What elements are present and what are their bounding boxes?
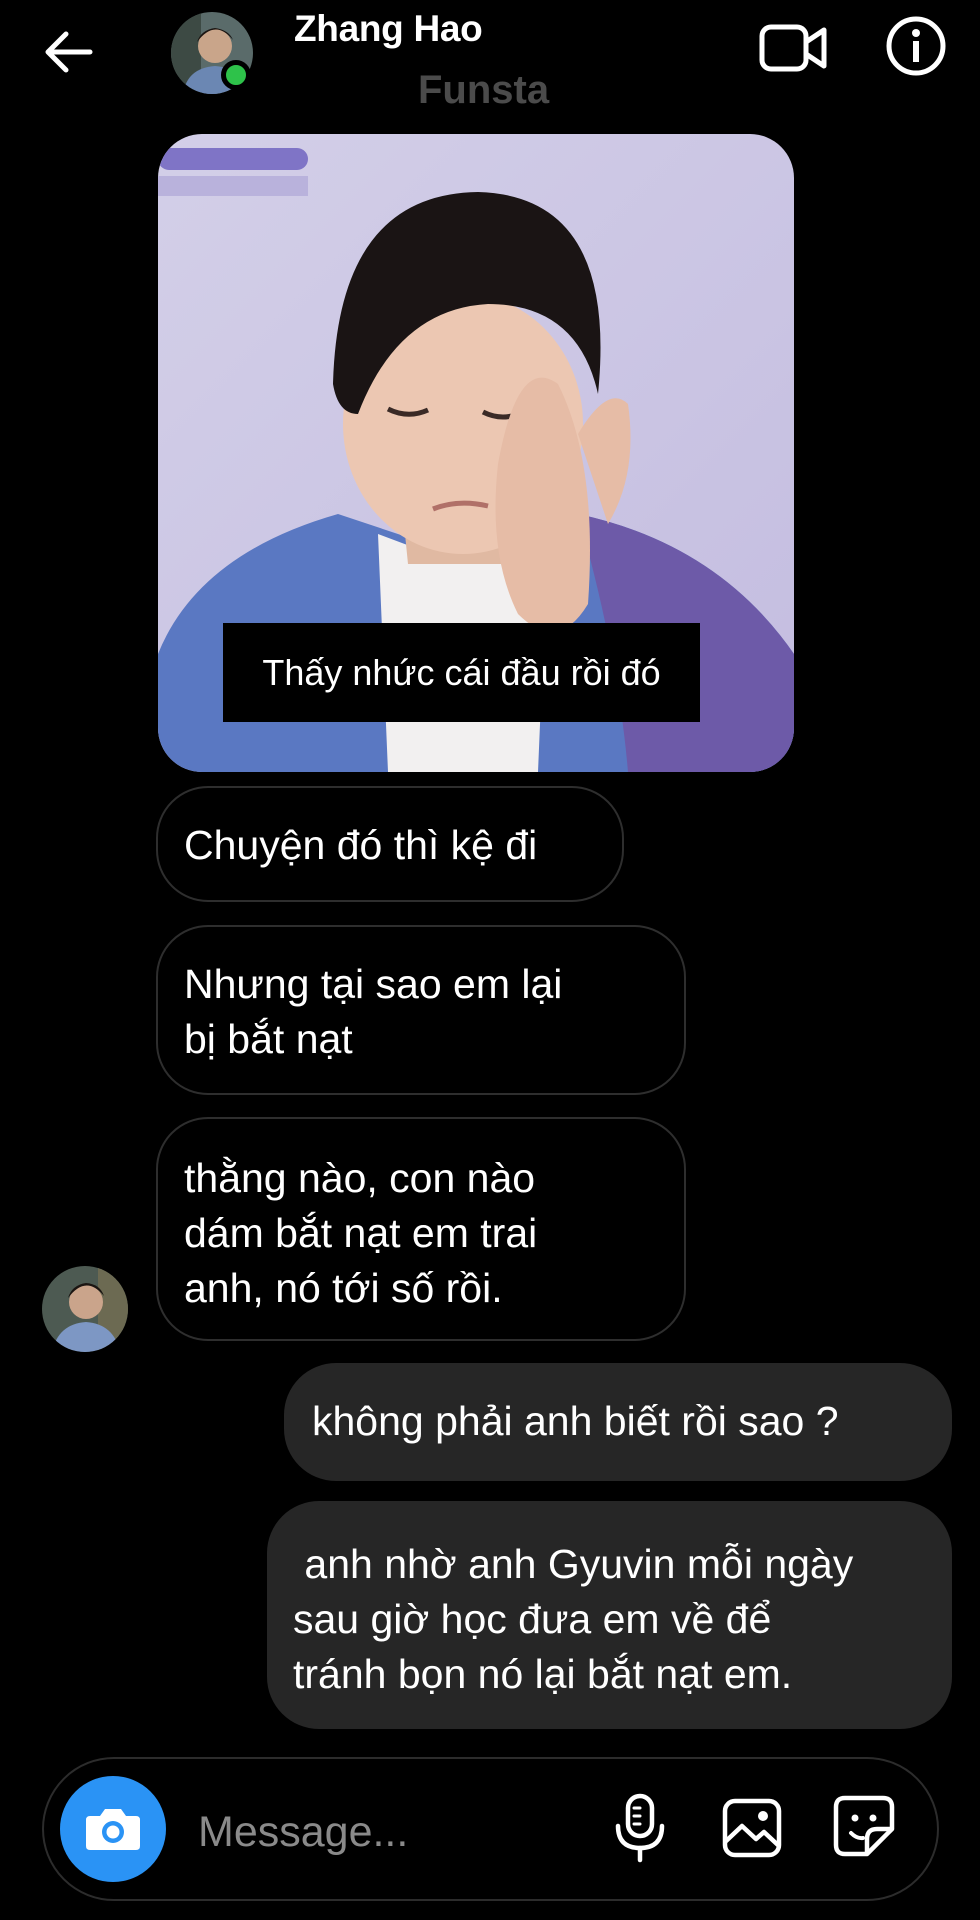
outgoing-message[interactable]: không phải anh biết rồi sao ? <box>284 1363 952 1481</box>
sticker-button[interactable] <box>831 1793 897 1859</box>
video-call-button[interactable] <box>758 18 830 78</box>
gallery-button[interactable] <box>720 1796 784 1860</box>
outgoing-message[interactable]: anh nhờ anh Gyuvin mỗi ngày sau giờ học … <box>267 1501 952 1729</box>
info-icon <box>886 16 946 76</box>
camera-button[interactable] <box>60 1776 166 1882</box>
gallery-icon <box>722 1798 782 1858</box>
incoming-message[interactable]: thằng nào, con nào dám bắt nạt em trai a… <box>156 1117 686 1341</box>
back-button[interactable] <box>38 22 98 82</box>
info-button[interactable] <box>884 14 948 78</box>
message-input[interactable] <box>198 1804 578 1860</box>
back-arrow-icon <box>45 31 93 73</box>
contact-subtitle: Funsta <box>418 68 550 112</box>
video-call-icon <box>759 24 827 72</box>
sticker-icon <box>833 1795 895 1857</box>
camera-icon <box>86 1809 140 1850</box>
incoming-message[interactable]: Nhưng tại sao em lại bị bắt nạt <box>156 925 686 1095</box>
contact-name[interactable]: Zhang Hao <box>294 8 483 50</box>
incoming-message[interactable]: Chuyện đó thì kệ đi <box>156 786 624 902</box>
avatar-photo <box>42 1266 128 1352</box>
sender-avatar[interactable] <box>42 1266 128 1352</box>
microphone-icon <box>615 1793 665 1863</box>
image-caption: Thấy nhức cái đầu rồi đó <box>223 623 700 722</box>
voice-message-button[interactable] <box>610 1792 670 1864</box>
online-status-dot <box>221 60 251 90</box>
